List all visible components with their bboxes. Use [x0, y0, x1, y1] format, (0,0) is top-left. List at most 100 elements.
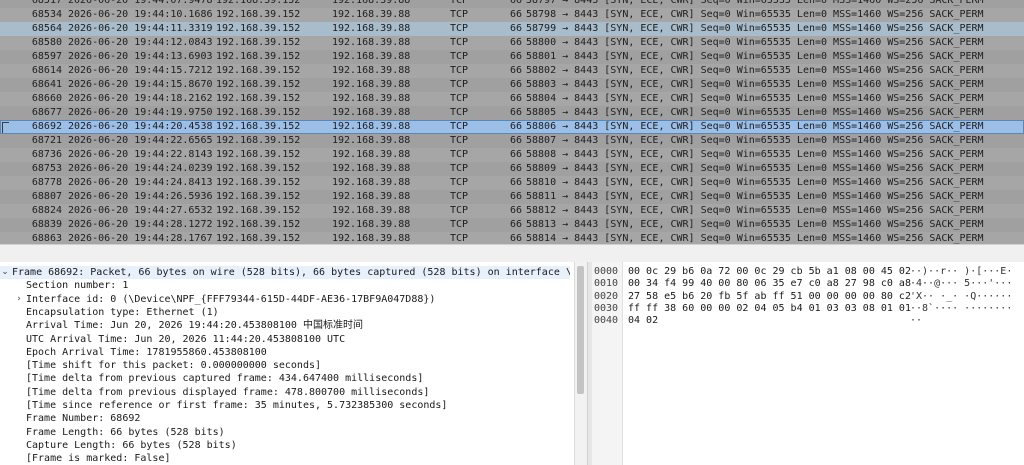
packet-row[interactable]: 68564 2026-06-20 19:44:11.33199… 192.168.3…	[0, 22, 1024, 36]
packet-row[interactable]: 68517 2026-06-20 19:44:07.94786… 192.168.3…	[0, 0, 1024, 8]
chevron-down-icon[interactable]: ⌄	[0, 266, 10, 279]
chevron-right-icon[interactable]: ›	[14, 293, 24, 306]
byte-ascii[interactable]: ··8`···· ········	[910, 303, 1012, 315]
tree-item-label: [Time shift for this packet: 0.000000000…	[26, 360, 322, 372]
byte-hex[interactable]: 00 0c 29 b6 0a 72 00 0c 29 cb 5b a1 08 0…	[628, 266, 911, 278]
packet-protocol: TCP	[450, 0, 469, 6]
packet-time: 2026-06-20 19:44:22.65652…	[68, 135, 212, 146]
packet-length: 66	[509, 135, 522, 146]
pane-splitter[interactable]	[0, 244, 1024, 263]
packet-number: 68534	[31, 9, 62, 20]
byte-hex[interactable]: 04 02	[628, 315, 658, 327]
tree-item[interactable]: Frame Number: 68692	[0, 412, 570, 425]
byte-hex[interactable]: ff ff 38 60 00 00 02 04 05 b4 01 03 03 0…	[628, 303, 911, 315]
packet-number: 68839	[31, 219, 62, 230]
byte-ascii[interactable]: ·4··@··· 5···'···	[910, 278, 1012, 290]
packet-protocol: TCP	[450, 9, 469, 20]
packet-protocol: TCP	[450, 233, 469, 244]
packet-bytes-pane[interactable]: 0000 00 0c 29 b6 0a 72 00 0c 29 cb 5b a1 …	[592, 262, 1024, 465]
tree-item[interactable]: Frame Length: 66 bytes (528 bits)	[0, 426, 570, 439]
tree-item[interactable]: [Time since reference or first frame: 35…	[0, 399, 570, 412]
tree-item-frame[interactable]: ⌄ Frame 68692: Packet, 66 bytes on wire (…	[0, 266, 570, 279]
packet-time: 2026-06-20 19:44:15.86704…	[68, 79, 212, 90]
tree-item[interactable]: Encapsulation type: Ethernet (1)	[0, 306, 570, 319]
packet-length: 66	[509, 79, 522, 90]
packet-row[interactable]: 68807 2026-06-20 19:44:26.59365… 192.168.3…	[0, 190, 1024, 204]
packet-info: 58797 → 8443 [SYN, ECE, CWR] Seq=0 Win=6…	[526, 0, 984, 6]
packet-time: 2026-06-20 19:44:28.12721…	[68, 219, 212, 230]
tree-item[interactable]: UTC Arrival Time: Jun 20, 2026 11:44:20.…	[0, 333, 570, 346]
tree-item[interactable]: [Frame is marked: False]	[0, 452, 570, 465]
details-scrollbar-thumb[interactable]	[577, 266, 584, 394]
packet-info: 58800 → 8443 [SYN, ECE, CWR] Seq=0 Win=6…	[526, 37, 984, 48]
packet-info: 58811 → 8443 [SYN, ECE, CWR] Seq=0 Win=6…	[526, 191, 984, 202]
tree-item-label: Encapsulation type: Ethernet (1)	[26, 306, 219, 318]
packet-length: 66	[509, 51, 522, 62]
byte-hex[interactable]: 27 58 e5 b6 20 fb 5f ab ff 51 00 00 00 0…	[628, 291, 911, 303]
packet-protocol: TCP	[450, 149, 469, 160]
packet-protocol: TCP	[450, 107, 469, 118]
packet-time: 2026-06-20 19:44:26.59365…	[68, 191, 212, 202]
packet-number: 68863	[31, 233, 62, 244]
packet-info: 58812 → 8443 [SYN, ECE, CWR] Seq=0 Win=6…	[526, 205, 984, 216]
tree-item-label: Frame Number: 68692	[26, 413, 141, 425]
packet-info: 58801 → 8443 [SYN, ECE, CWR] Seq=0 Win=6…	[526, 51, 984, 62]
tree-item[interactable]: Capture Length: 66 bytes (528 bits)	[0, 439, 570, 452]
byte-ascii[interactable]: ··	[910, 315, 922, 327]
packet-destination: 192.168.39.88	[332, 191, 411, 202]
packet-length: 66	[509, 9, 522, 20]
tree-item[interactable]: Section number: 1	[0, 279, 570, 292]
tree-item[interactable]: Epoch Arrival Time: 1781955860.453808100	[0, 346, 570, 359]
packet-source: 192.168.39.152	[216, 205, 301, 216]
packet-row[interactable]: 68677 2026-06-20 19:44:19.97500… 192.168.3…	[0, 106, 1024, 120]
packet-row[interactable]: 68641 2026-06-20 19:44:15.86704… 192.168.3…	[0, 78, 1024, 92]
packet-protocol: TCP	[450, 65, 469, 76]
packet-number: 68807	[31, 191, 62, 202]
packet-info: 58804 → 8443 [SYN, ECE, CWR] Seq=0 Win=6…	[526, 93, 984, 104]
tree-item[interactable]: Arrival Time: Jun 20, 2026 19:44:20.4538…	[0, 319, 570, 332]
packet-number: 68614	[31, 65, 62, 76]
packet-row[interactable]: 68753 2026-06-20 19:44:24.02395… 192.168.3…	[0, 162, 1024, 176]
packet-row[interactable]: 68839 2026-06-20 19:44:28.12721… 192.168.3…	[0, 218, 1024, 232]
packet-row[interactable]: 68736 2026-06-20 19:44:22.81431… 192.168.3…	[0, 148, 1024, 162]
tree-item[interactable]: [Time delta from previous captured frame…	[0, 372, 570, 385]
packet-source: 192.168.39.152	[216, 23, 301, 34]
tree-item-label: Epoch Arrival Time: 1781955860.453808100	[26, 346, 267, 358]
packet-length: 66	[509, 93, 522, 104]
packet-row[interactable]: 68614 2026-06-20 19:44:15.72124… 192.168.3…	[0, 64, 1024, 78]
packet-info: 58806 → 8443 [SYN, ECE, CWR] Seq=0 Win=6…	[526, 121, 984, 132]
packet-row[interactable]: 68660 2026-06-20 19:44:18.21627… 192.168.3…	[0, 92, 1024, 106]
packet-row[interactable]: 68597 2026-06-20 19:44:13.69030… 192.168.3…	[0, 50, 1024, 64]
tree-item[interactable]: [Time delta from previous displayed fram…	[0, 386, 570, 399]
packet-row[interactable]: 68721 2026-06-20 19:44:22.65652… 192.168.3…	[0, 134, 1024, 148]
packet-number: 68564	[31, 23, 62, 34]
packet-row[interactable]: 68534 2026-06-20 19:44:10.16863… 192.168.3…	[0, 8, 1024, 22]
packet-length: 66	[509, 233, 522, 244]
packet-destination: 192.168.39.88	[332, 135, 411, 146]
packet-destination: 192.168.39.88	[332, 23, 411, 34]
packet-list[interactable]: 68517 2026-06-20 19:44:07.94786… 192.168.3…	[0, 0, 1024, 244]
packet-row[interactable]: 68580 2026-06-20 19:44:12.08431… 192.168.3…	[0, 36, 1024, 50]
packet-length: 66	[509, 107, 522, 118]
packet-row[interactable]: 68692 2026-06-20 19:44:20.45380… 192.168.3…	[0, 120, 1024, 134]
byte-offset: 0030	[594, 302, 619, 314]
tree-item[interactable]: › Interface id: 0 (\Device\NPF_{FFF79344-…	[0, 293, 570, 306]
packet-row[interactable]: 68824 2026-06-20 19:44:27.65324… 192.168.3…	[0, 204, 1024, 218]
packet-time: 2026-06-20 19:44:19.97500…	[68, 107, 212, 118]
details-scrollbar[interactable]	[574, 262, 587, 465]
tree-item-label: Frame 68692: Packet, 66 bytes on wire (5…	[12, 267, 570, 278]
byte-hex[interactable]: 00 34 f4 99 40 00 80 06 35 e7 c0 a8 27 9…	[628, 278, 911, 290]
tree-item[interactable]: [Time shift for this packet: 0.000000000…	[0, 359, 570, 372]
packet-details-tree[interactable]: ⌄ Frame 68692: Packet, 66 bytes on wire (…	[0, 262, 574, 465]
packet-row[interactable]: 68778 2026-06-20 19:44:24.84133… 192.168.3…	[0, 176, 1024, 190]
byte-ascii[interactable]: ··)··r·· )·[···E·	[910, 266, 1012, 278]
packet-time: 2026-06-20 19:44:28.17674…	[68, 233, 212, 244]
packet-row[interactable]: 68863 2026-06-20 19:44:28.17674… 192.168.3…	[0, 232, 1024, 244]
packet-number: 68736	[31, 149, 62, 160]
byte-ascii[interactable]: 'X·· ·_· ·Q······	[910, 291, 1012, 303]
packet-source: 192.168.39.152	[216, 65, 301, 76]
tree-item-label: Interface id: 0 (\Device\NPF_{FFF79344-6…	[26, 293, 436, 305]
byte-offset: 0000	[594, 266, 619, 277]
packet-destination: 192.168.39.88	[332, 79, 411, 90]
byte-offset: 0020	[594, 290, 619, 302]
